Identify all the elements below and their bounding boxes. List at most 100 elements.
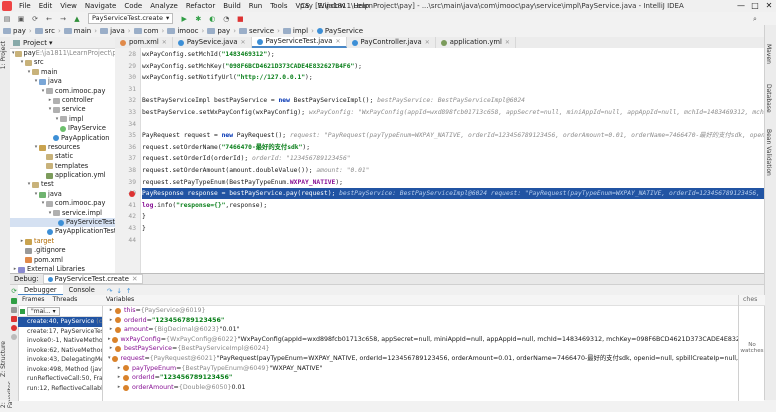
tree-item[interactable]: pom.xml: [10, 256, 115, 265]
tree-item[interactable]: PayApplication: [10, 134, 115, 143]
code-line[interactable]: BestPayServiceImpl bestPayService = new …: [142, 95, 764, 106]
chevron-right-icon[interactable]: ▸: [108, 316, 114, 326]
stack-frame[interactable]: invoke:62, NativeMethodAc: [18, 346, 102, 356]
variable-row[interactable]: ▸ orderId = "123456789123456": [108, 316, 738, 326]
variable-row[interactable]: ▸ bestPayService = {BestPayServiceImpl@60…: [108, 344, 738, 354]
debug-icon[interactable]: ✱: [193, 14, 203, 24]
pause-icon[interactable]: [11, 307, 17, 313]
stop-icon[interactable]: ■: [235, 14, 245, 24]
breadcrumb-item[interactable]: pay: [0, 25, 29, 37]
resume-icon[interactable]: [11, 298, 17, 304]
minimize-button[interactable]: —: [734, 0, 748, 12]
structure-tool-tab[interactable]: Z: Structure: [0, 337, 7, 381]
editor-tab[interactable]: PayController.java ✕: [347, 37, 436, 48]
tree-item[interactable]: ▾ java: [10, 190, 115, 199]
step-out-icon[interactable]: ↑: [126, 287, 132, 295]
tree-item[interactable]: IPayService: [10, 124, 115, 133]
chevron-right-icon[interactable]: ▸: [108, 344, 114, 354]
editor-tab[interactable]: pom.xml ✕: [115, 37, 173, 48]
run-icon[interactable]: ▶: [179, 14, 189, 24]
code-line[interactable]: PayResponse response = bestPayService.pa…: [142, 188, 764, 200]
maximize-button[interactable]: □: [748, 0, 762, 12]
mute-breakpoints-icon[interactable]: [11, 334, 17, 340]
thread-selector[interactable]: "mai... ▾: [27, 306, 60, 316]
variable-row[interactable]: ▾ request = {PayRequest@6021} "PayRequest…: [108, 354, 738, 364]
restart-icon[interactable]: ⟳: [10, 287, 18, 295]
chevron-right-icon[interactable]: ▸: [108, 306, 114, 316]
stack-frame[interactable]: run:12, ReflectiveCallable (c: [18, 384, 102, 394]
menu-file[interactable]: File: [15, 0, 35, 12]
tree-item[interactable]: .gitignore: [10, 246, 115, 255]
maven-tool-tab[interactable]: Maven: [765, 40, 772, 68]
database-tool-tab[interactable]: Database: [765, 80, 772, 117]
tree-item[interactable]: ▾ main: [10, 68, 115, 77]
tree-item[interactable]: ▾ pay E:\ja1811\LearnProject\pay: [10, 49, 115, 58]
tree-item[interactable]: PayApplicationTests: [10, 227, 115, 236]
forward-icon[interactable]: →: [58, 14, 68, 24]
run-configuration-selector[interactable]: PayServiceTest.create ▾: [88, 13, 174, 24]
step-into-icon[interactable]: ↓: [116, 287, 122, 295]
breadcrumb-item[interactable]: com: [131, 25, 162, 37]
tree-item[interactable]: static: [10, 152, 115, 161]
stack-frame[interactable]: create:17, PayServiceTest (c: [18, 327, 102, 337]
code-line[interactable]: request.setPayTypeEnum(BestPayTypeEnum.W…: [142, 177, 764, 188]
code-line[interactable]: [142, 84, 764, 95]
editor-tab[interactable]: PaySevice.java ✕: [173, 37, 252, 48]
code-line[interactable]: request.setOrderAmount(amount.doubleValu…: [142, 165, 764, 176]
tree-item[interactable]: ▾ java: [10, 77, 115, 86]
tree-item[interactable]: templates: [10, 162, 115, 171]
close-icon[interactable]: ✕: [425, 37, 430, 48]
variable-row[interactable]: ▸ wxPayConfig = {WxPayConfig@6022} "WxPay…: [108, 335, 738, 345]
variable-row[interactable]: ▸ amount = {BigDecimal@6023} "0.01": [108, 325, 738, 335]
editor-tab[interactable]: application.yml ✕: [436, 37, 516, 48]
chevron-right-icon[interactable]: ▸: [116, 373, 122, 383]
tree-item[interactable]: ▸ controller: [10, 96, 115, 105]
close-icon[interactable]: ✕: [335, 36, 340, 47]
tree-item[interactable]: ▾ service.impl: [10, 209, 115, 218]
code-line[interactable]: wxPayConfig.setNotifyUrl("http://127.0.0…: [142, 72, 764, 83]
breakpoints-icon[interactable]: [11, 325, 17, 331]
stack-frame[interactable]: create:40, PayService (com.: [18, 317, 102, 327]
back-icon[interactable]: ←: [44, 14, 54, 24]
close-icon[interactable]: ✕: [132, 275, 138, 283]
code-line[interactable]: request.setOrderId(orderId); orderId: "1…: [142, 153, 764, 164]
stack-frame[interactable]: invoke:498, Method (java.la: [18, 365, 102, 375]
menu-code[interactable]: Code: [120, 0, 146, 12]
tree-item[interactable]: application.yml: [10, 171, 115, 180]
tree-item[interactable]: ▾ src: [10, 58, 115, 67]
sync-icon[interactable]: ⟳: [30, 14, 40, 24]
tree-item[interactable]: ▾ com.imooc.pay: [10, 87, 115, 96]
code-line[interactable]: PayRequest request = new PayRequest(); r…: [142, 130, 764, 141]
code-line[interactable]: request.setOrderName("7466470-最好的支付sdk")…: [142, 142, 764, 153]
stack-frame[interactable]: invoke:43, DelegatingMeth: [18, 355, 102, 365]
frames-tab[interactable]: Frames: [18, 295, 49, 305]
folder-open-icon[interactable]: ▤: [2, 14, 12, 24]
close-icon[interactable]: ✕: [162, 37, 167, 48]
close-icon[interactable]: ✕: [241, 37, 246, 48]
debug-session-tab[interactable]: PayServiceTest.create ✕: [42, 274, 143, 284]
code-line[interactable]: wxPayConfig.setMchKey("098F6BCD4621D373C…: [142, 61, 764, 72]
variable-row[interactable]: ▸ orderAmount = {Double@6050} 0.01: [108, 383, 738, 393]
code-line[interactable]: bestPayService.setWxPayConfig(wxPayConfi…: [142, 107, 764, 118]
menu-build[interactable]: Build: [219, 0, 245, 12]
profile-icon[interactable]: ◔: [221, 14, 231, 24]
close-icon[interactable]: ✕: [505, 37, 510, 48]
tree-item[interactable]: ▾ service: [10, 105, 115, 114]
bean-validation-tool-tab[interactable]: Bean Validation: [765, 125, 772, 180]
code-line[interactable]: log.info("response={}",response);: [142, 200, 764, 211]
code-line[interactable]: [142, 119, 764, 130]
chevron-down-icon[interactable]: ▾: [49, 39, 53, 47]
editor-gutter[interactable]: 2829303132333435363738394041424344: [115, 48, 141, 273]
breadcrumb-item[interactable]: main: [61, 25, 95, 37]
chevron-right-icon[interactable]: ▸: [108, 325, 114, 335]
close-button[interactable]: ✕: [762, 0, 776, 12]
breadcrumb-item[interactable]: src: [32, 25, 58, 37]
tree-item[interactable]: ▸ target: [10, 237, 115, 246]
save-icon[interactable]: ▣: [16, 14, 26, 24]
chevron-right-icon[interactable]: ▸: [108, 335, 111, 345]
chevron-down-icon[interactable]: ▾: [108, 354, 111, 364]
stack-frame[interactable]: runReflectiveCall:50, Framew: [18, 374, 102, 384]
tree-item[interactable]: ▾ resources: [10, 143, 115, 152]
menu-tools[interactable]: Tools: [266, 0, 291, 12]
code-line[interactable]: }: [142, 223, 764, 234]
